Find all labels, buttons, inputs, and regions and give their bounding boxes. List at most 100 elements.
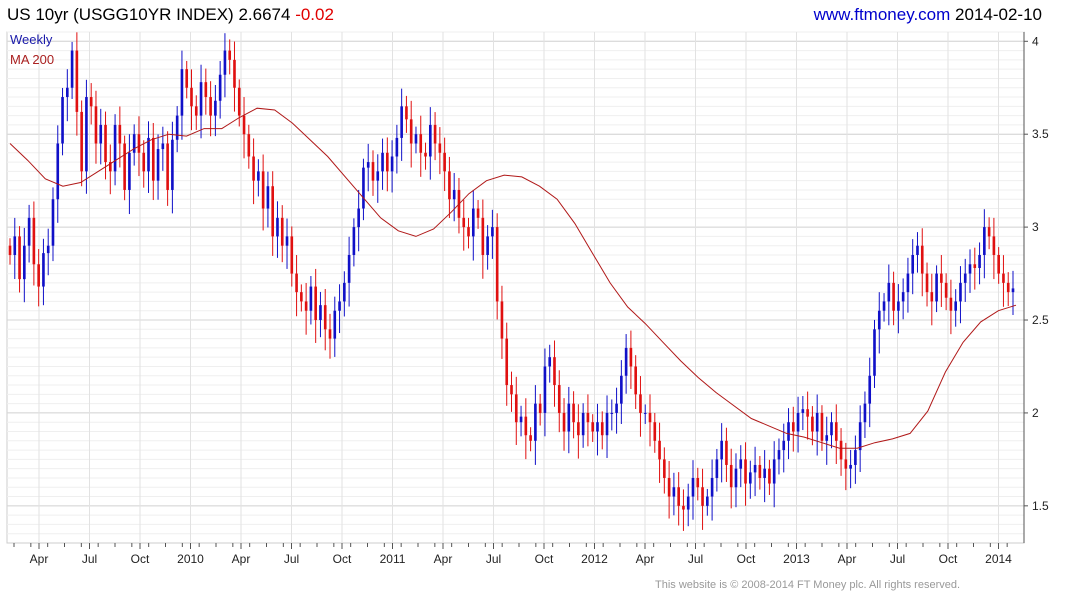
y-tick-label: 4 — [1032, 34, 1039, 48]
legend-ma200: MA 200 — [10, 52, 54, 67]
candle-body — [505, 338, 509, 386]
candle-body — [242, 115, 246, 135]
candle-body — [376, 171, 380, 181]
candle-body — [839, 440, 843, 460]
candle-body — [419, 134, 423, 153]
candle-body — [428, 124, 432, 157]
candle-body — [23, 245, 26, 280]
candle-body — [395, 137, 399, 157]
candle-body — [261, 171, 265, 209]
candle-body — [834, 422, 838, 441]
candle-body — [696, 477, 700, 488]
x-tick-label: 2010 — [177, 552, 204, 566]
candle-body — [438, 143, 442, 153]
legend-weekly: Weekly — [10, 32, 53, 47]
candle-body — [548, 357, 552, 367]
x-tick-label: Jul — [688, 552, 703, 566]
candle-body — [997, 254, 1000, 274]
candle-body — [386, 152, 389, 172]
candle-body — [753, 464, 757, 473]
candlestick-chart: 1.5 2 2.5 3 3.5 4 Apr Jul Oct 2010 Apr Jul Oct 2011 Ap… — [6, 31, 1049, 566]
candle-body — [113, 124, 117, 172]
candle-body — [295, 273, 298, 293]
candle-body — [500, 301, 504, 339]
candle-body — [634, 366, 637, 395]
candle-body — [514, 394, 518, 423]
copyright-notice: This website is © 2008-2014 FT Money plc… — [655, 579, 961, 591]
candle-body — [228, 50, 232, 60]
candle-body — [132, 134, 136, 153]
candle-body — [581, 412, 585, 436]
x-tick-label: Apr — [30, 552, 49, 566]
candle-body — [663, 459, 666, 478]
candle-body — [285, 236, 289, 246]
candle-body — [567, 403, 571, 432]
candle-body — [553, 357, 556, 386]
x-tick-label: 2013 — [783, 552, 810, 566]
candle-body — [801, 409, 805, 413]
candle-body — [166, 143, 169, 190]
candle-body — [562, 412, 566, 432]
x-tick-label: Apr — [838, 552, 857, 566]
candle-body — [1011, 288, 1015, 293]
candle-body — [1002, 273, 1005, 283]
candle-body — [916, 245, 919, 255]
candle-body — [791, 422, 795, 432]
candle-body — [983, 227, 986, 255]
candle-body — [772, 459, 776, 484]
candle-body — [352, 227, 356, 255]
candle-body — [343, 282, 346, 302]
candle-body — [300, 292, 303, 302]
candle-body — [519, 416, 523, 423]
candle-body — [672, 487, 676, 497]
x-tick-label: 2014 — [985, 552, 1012, 566]
x-tick-label: Oct — [737, 552, 756, 566]
candle-body — [448, 171, 451, 200]
candle-body — [973, 264, 977, 268]
candle-body — [686, 496, 690, 510]
candle-body — [99, 124, 103, 144]
candle-body — [70, 50, 74, 88]
candle-body — [820, 412, 824, 441]
candle-body — [400, 106, 403, 138]
candle-body — [615, 403, 618, 413]
x-tick-label: Oct — [333, 552, 352, 566]
candle-body — [806, 409, 809, 417]
candle-body — [37, 264, 40, 287]
candle-body — [13, 236, 17, 255]
candle-body — [906, 273, 910, 293]
candle-body — [405, 106, 408, 120]
candle-body — [147, 137, 150, 172]
candle-body — [815, 412, 819, 432]
candle-body — [80, 111, 83, 172]
candle-body — [992, 236, 996, 255]
candle-body — [75, 50, 79, 112]
candle-body — [323, 305, 327, 330]
candle-body — [925, 273, 929, 293]
candle-body — [935, 273, 938, 302]
candle-body — [271, 186, 275, 237]
candle-body — [534, 403, 537, 441]
candle-body — [366, 162, 370, 168]
candle-body — [333, 310, 337, 339]
candle-body — [830, 422, 833, 436]
candle-body — [954, 301, 957, 311]
candle-body — [868, 375, 872, 404]
candle-body — [887, 282, 891, 302]
x-tick-label: Apr — [232, 552, 251, 566]
candle-body — [56, 143, 60, 200]
candle-body — [94, 106, 98, 144]
candle-body — [151, 137, 155, 181]
candle-body — [901, 292, 905, 302]
candle-body — [720, 440, 723, 460]
candle-body — [648, 412, 652, 423]
candle-body — [486, 236, 489, 255]
candle-body — [171, 139, 174, 190]
candle-body — [252, 156, 255, 181]
candle-body — [629, 347, 633, 367]
candle-body — [610, 412, 614, 414]
candle-body — [577, 422, 580, 436]
candle-body — [963, 273, 967, 283]
x-tick-label: Jul — [284, 552, 299, 566]
candle-body — [524, 416, 528, 436]
